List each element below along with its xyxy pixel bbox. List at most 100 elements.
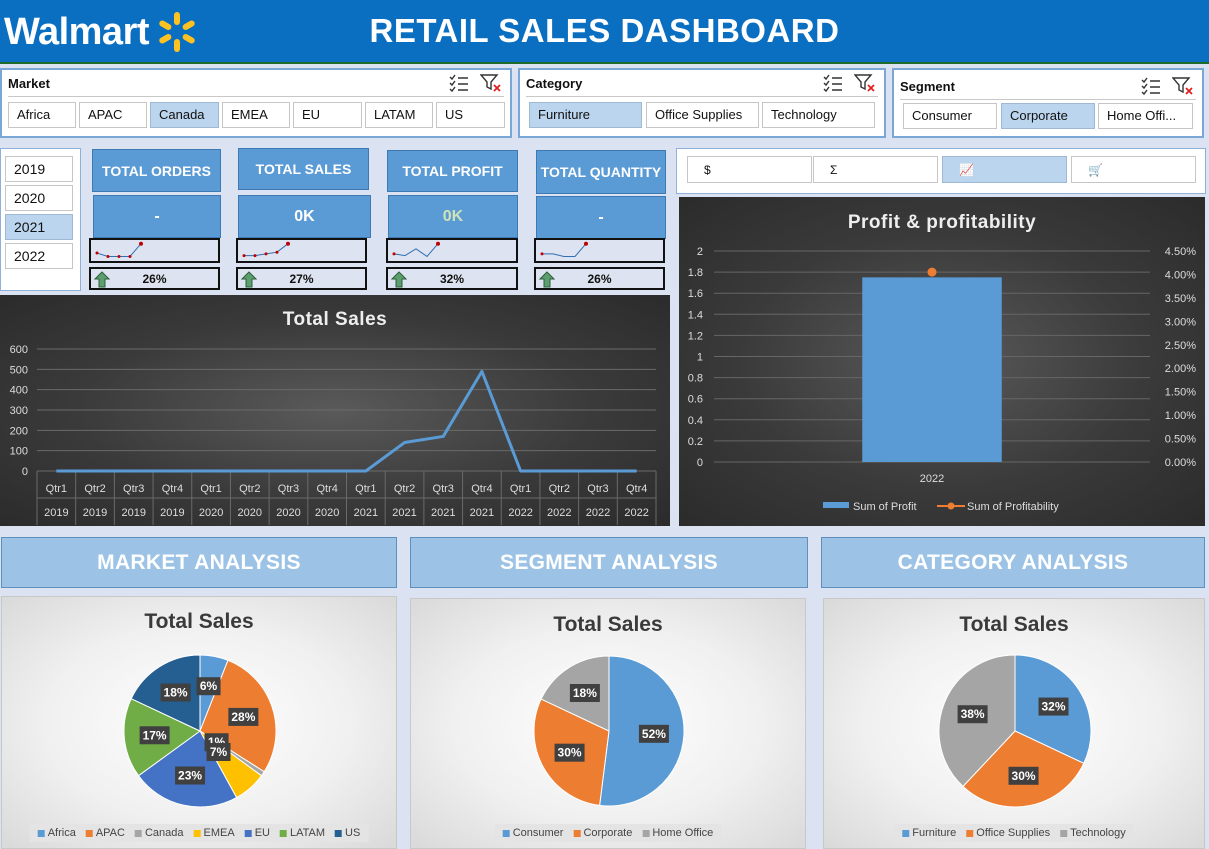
y2-tick-label: 1.00% [1165, 410, 1196, 422]
market-slicer: Market Africa APAC Canada EMEA EU LATAM US [0, 68, 512, 138]
multi-select-icon[interactable] [822, 73, 844, 93]
segment-pie-chart: 52% 30% 18% [533, 655, 685, 807]
x-tick-label: Qtr1 [46, 483, 67, 495]
sparkline-point [264, 252, 268, 256]
pie-data-label: 6% [200, 679, 218, 693]
market-option-us[interactable]: US [436, 102, 505, 128]
chart-legend: Consumer Corporate Home Office [494, 824, 722, 842]
segment-option-consumer[interactable]: Consumer [903, 103, 997, 129]
legend-swatch [134, 829, 142, 837]
metric-button-dollar[interactable]: $ [687, 156, 812, 183]
y2-tick-label: 1.50% [1165, 387, 1196, 399]
kpi-sparkline [534, 238, 665, 263]
market-option-apac[interactable]: APAC [79, 102, 147, 128]
x-tick-label: Qtr2 [239, 483, 260, 495]
legend-item: APAC [85, 827, 125, 839]
metric-button-line-chart[interactable]: 📈 [942, 156, 1067, 183]
legend-item: US [335, 827, 360, 839]
kpi-sparkline [89, 238, 220, 263]
sparkline-point [286, 241, 290, 246]
legend-item: Canada [134, 827, 184, 839]
y-tick-label: 1.6 [688, 288, 703, 300]
clear-filter-icon[interactable] [1172, 76, 1194, 96]
x-tick-label: Qtr4 [162, 483, 183, 495]
market-option-latam[interactable]: LATAM [365, 102, 433, 128]
market-option-emea[interactable]: EMEA [222, 102, 290, 128]
x-year-label: 2019 [160, 507, 184, 519]
y2-tick-label: 3.00% [1165, 316, 1196, 328]
pie-data-label: 32% [1041, 700, 1065, 714]
market-option-eu[interactable]: EU [293, 102, 362, 128]
legend-swatch [279, 829, 287, 837]
legend-label: APAC [95, 827, 125, 839]
legend-item: EMEA [193, 827, 235, 839]
x-tick-label: Qtr2 [84, 483, 105, 495]
kpi-title-total-quantity: TOTAL QUANTITY [536, 150, 666, 194]
category-option-office-supplies[interactable]: Office Supplies [646, 102, 759, 128]
pie-data-label: 30% [1012, 769, 1036, 783]
clear-filter-icon[interactable] [854, 73, 876, 93]
year-option-2022[interactable]: 2022 [5, 243, 73, 269]
x-year-label: 2022 [508, 507, 532, 519]
pie-data-label: 18% [164, 685, 188, 699]
line-chart-icon: 📈 [959, 163, 974, 177]
segment-option-home-offi[interactable]: Home Offi... [1098, 103, 1193, 129]
category-pie-chart: 32% 30% 38% [938, 654, 1092, 808]
market-option-africa[interactable]: Africa [8, 102, 76, 128]
x-year-label: 2020 [238, 507, 262, 519]
category-option-technology[interactable]: Technology [762, 102, 875, 128]
multi-select-icon[interactable] [448, 73, 470, 93]
y-tick-label: 400 [10, 385, 28, 397]
y2-tick-label: 2.00% [1165, 363, 1196, 375]
legend-label: EMEA [203, 827, 235, 839]
legend-item: LATAM [279, 827, 325, 839]
metric-button-cart[interactable]: 🛒 [1071, 156, 1196, 183]
y-tick-label: 0.2 [688, 436, 703, 448]
y-tick-label: 2 [697, 246, 703, 258]
multi-select-icon[interactable] [1140, 76, 1162, 96]
market-pie-chart: 6%28%1%7%23%17%18% [123, 654, 277, 808]
year-option-2019[interactable]: 2019 [5, 156, 73, 182]
metric-button-sigma[interactable]: Σ [813, 156, 938, 183]
sparkline-point [128, 254, 132, 258]
legend-swatch [1060, 829, 1068, 837]
legend-swatch [502, 829, 510, 837]
y-tick-label: 0.6 [688, 394, 703, 406]
y-tick-label: 200 [10, 425, 28, 437]
legend-swatch [642, 829, 650, 837]
y2-tick-label: 0.00% [1165, 457, 1196, 469]
legend-label: Consumer [512, 827, 564, 839]
x-year-label: 2022 [586, 507, 610, 519]
x-tick-label: Qtr4 [316, 483, 337, 495]
clear-filter-icon[interactable] [480, 73, 502, 93]
legend-label: US [345, 827, 361, 839]
x-year-label: 2022 [624, 507, 648, 519]
y2-tick-label: 4.50% [1165, 246, 1196, 258]
x-tick-label: Qtr1 [355, 483, 376, 495]
year-option-2021[interactable]: 2021 [5, 214, 73, 240]
market-option-canada[interactable]: Canada [150, 102, 219, 128]
x-year-label: 2021 [431, 507, 455, 519]
up-arrow-icon [94, 271, 110, 288]
legend-label: Sum of Profitability [967, 501, 1059, 513]
sparkline-point [253, 254, 257, 258]
year-slicer: 2019 2020 2021 2022 [0, 148, 81, 291]
kpi-title-total-orders: TOTAL ORDERS [92, 149, 221, 192]
legend-swatch [335, 829, 343, 837]
legend-swatch [85, 829, 93, 837]
y-tick-label: 0 [22, 466, 28, 478]
segment-slicer-title: Segment [900, 79, 955, 94]
y-tick-label: 0 [697, 457, 703, 469]
y2-tick-label: 2.50% [1165, 340, 1196, 352]
y2-tick-label: 0.50% [1165, 434, 1196, 446]
year-option-2020[interactable]: 2020 [5, 185, 73, 211]
y-tick-label: 600 [10, 344, 28, 356]
up-arrow-icon [241, 271, 257, 288]
legend-item: Africa [37, 827, 76, 839]
market-slicer-title: Market [8, 76, 50, 91]
segment-option-corporate[interactable]: Corporate [1001, 103, 1095, 129]
y-tick-label: 100 [10, 446, 28, 458]
segment-analysis-header: SEGMENT ANALYSIS [410, 537, 808, 588]
category-option-furniture[interactable]: Furniture [529, 102, 642, 128]
y-tick-label: 500 [10, 364, 28, 376]
